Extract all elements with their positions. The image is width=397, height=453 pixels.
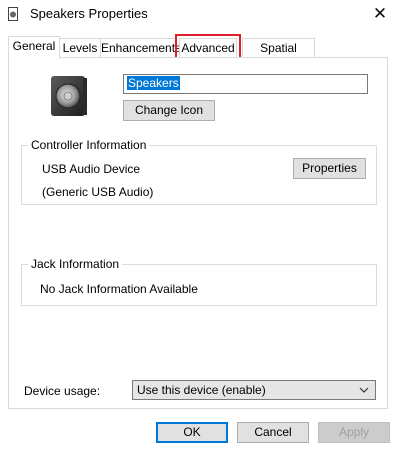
controller-information-label: Controller Information — [28, 138, 150, 152]
device-usage-value: Use this device (enable) — [137, 383, 266, 397]
device-name-value: Speakers — [127, 76, 180, 90]
speaker-icon — [8, 7, 18, 21]
chevron-down-icon — [359, 381, 369, 405]
ok-button[interactable]: OK — [156, 422, 228, 443]
device-usage-select[interactable]: Use this device (enable) — [132, 380, 376, 400]
jack-information-text: No Jack Information Available — [40, 282, 198, 296]
general-tab-panel: Speakers Change Icon Controller Informat… — [8, 57, 388, 409]
tab-spatial-sound[interactable]: Spatial sound — [242, 38, 315, 73]
tab-levels[interactable]: Levels — [59, 38, 101, 58]
title-bar: Speakers Properties ✕ — [0, 0, 397, 30]
jack-information-label: Jack Information — [28, 257, 123, 271]
tab-strip: General Levels Enhancements Advanced Spa… — [8, 34, 388, 73]
cancel-button[interactable]: Cancel — [237, 422, 309, 443]
controller-properties-button[interactable]: Properties — [293, 158, 366, 179]
tab-general[interactable]: General — [8, 36, 60, 59]
tab-advanced[interactable]: Advanced — [175, 34, 241, 62]
device-name-input[interactable]: Speakers — [123, 74, 368, 94]
controller-driver-name: (Generic USB Audio) — [42, 185, 154, 199]
speaker-device-icon — [49, 74, 89, 118]
close-button[interactable]: ✕ — [363, 0, 397, 28]
controller-device-name: USB Audio Device — [42, 162, 141, 176]
tab-enhancements[interactable]: Enhancements — [100, 38, 181, 58]
close-icon: ✕ — [372, 4, 388, 23]
apply-button[interactable]: Apply — [318, 422, 390, 443]
speakers-properties-dialog: Speakers Properties ✕ General Levels Enh… — [0, 0, 397, 453]
change-icon-button[interactable]: Change Icon — [123, 100, 215, 121]
window-title: Speakers Properties — [30, 6, 148, 21]
device-usage-label: Device usage: — [24, 384, 101, 398]
